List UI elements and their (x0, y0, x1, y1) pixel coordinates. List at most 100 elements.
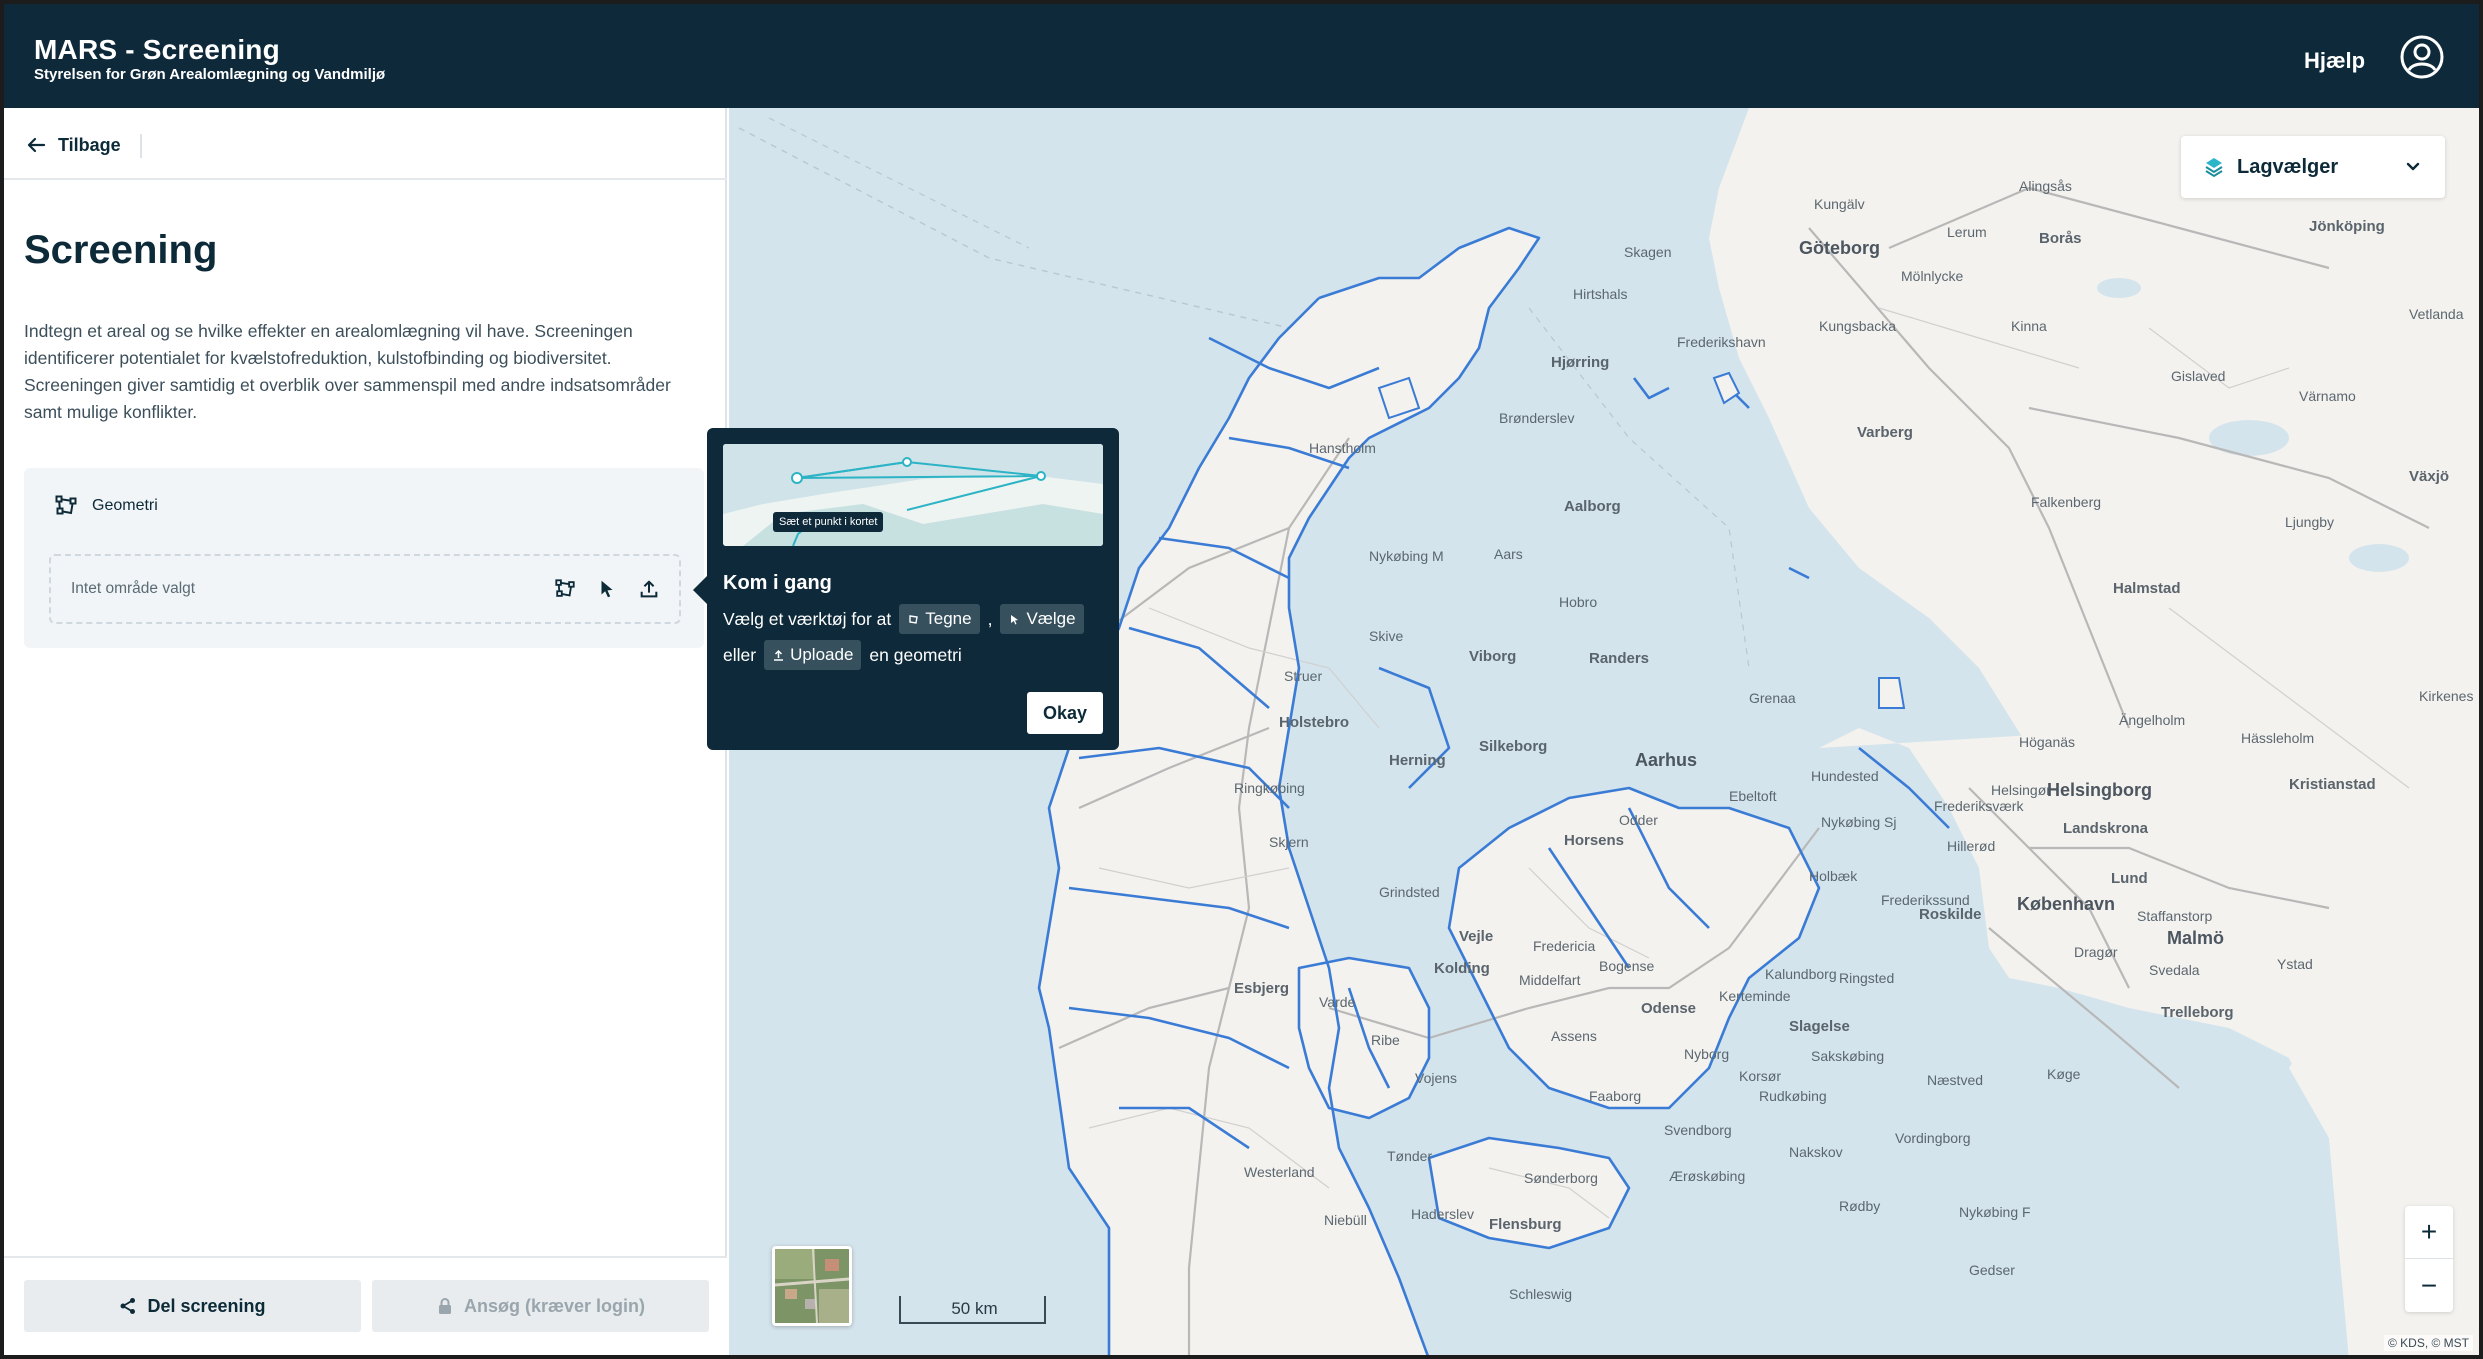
back-row: Tilbage (4, 108, 727, 180)
layer-picker-dropdown[interactable]: Lagvælger (2181, 136, 2445, 198)
map-label: Mölnlycke (1901, 268, 1964, 284)
map-label: Viborg (1469, 648, 1517, 665)
map-label: Flensburg (1489, 1216, 1562, 1233)
map-label: Helsingborg (2047, 780, 2153, 800)
map-label: Horsens (1564, 832, 1625, 849)
share-icon (120, 1298, 136, 1314)
map-label: Rødby (1839, 1198, 1881, 1214)
upload-icon (774, 649, 784, 661)
map-label: Assens (1551, 1028, 1597, 1044)
map-label: Hässleholm (2241, 730, 2315, 746)
map-label: Sakskøbing (1811, 1048, 1885, 1064)
app-title: MARS - Screening (34, 34, 280, 65)
map-label: Aars (1494, 546, 1523, 562)
scale-bar: 50 km (899, 1296, 1046, 1324)
map-label: Brønderslev (1499, 410, 1575, 426)
okay-button[interactable]: Okay (1027, 692, 1103, 734)
back-label: Tilbage (58, 134, 121, 155)
lock-icon (438, 1298, 451, 1314)
satellite-thumbnail-icon (775, 1249, 849, 1323)
zoom-controls: + − (2405, 1206, 2453, 1312)
map-label: Frederiksværk (1934, 798, 2024, 814)
popover-title: Kom i gang (723, 572, 832, 594)
apply-label: Ansøg (kræver login) (463, 1295, 646, 1316)
draw-chip[interactable]: Tegne (899, 604, 980, 634)
map-label: Falkenberg (2031, 494, 2102, 510)
geometry-title: Geometri (92, 497, 158, 514)
map-label: Schleswig (1509, 1286, 1573, 1302)
zoom-out-button[interactable]: − (2405, 1259, 2453, 1312)
map-label: Göteborg (1799, 238, 1880, 258)
draw-polygon-icon (55, 495, 77, 515)
scale-label: 50 km (951, 1299, 998, 1318)
map-label: Hillerød (1947, 838, 1996, 854)
map-label: Kerteminde (1719, 988, 1791, 1004)
popover-text: Vælg et værktøj for at (723, 608, 892, 629)
map-label: Hundested (1811, 768, 1879, 784)
basemap-switcher[interactable] (772, 1246, 852, 1326)
map-label: Nykøbing F (1959, 1204, 2031, 1220)
upload-tool-button[interactable] (637, 576, 661, 602)
map-label: Lund (2111, 870, 2148, 887)
user-circle-icon[interactable] (2399, 34, 2445, 80)
map-label: Køge (2047, 1066, 2081, 1082)
map-label: Ringsted (1839, 970, 1895, 986)
popover-line-2: eller Uploade en geometri (723, 640, 962, 670)
map-label: Ribe (1371, 1032, 1400, 1048)
map-label: Höganäs (2019, 734, 2076, 750)
map-label: Ærøskøbing (1669, 1168, 1746, 1184)
map-label: Middelfart (1519, 972, 1581, 988)
popover-text: en geometri (869, 644, 962, 665)
map-label: Struer (1284, 668, 1323, 684)
select-chip[interactable]: Vælge (1000, 604, 1084, 634)
map-label: Hanstholm (1309, 440, 1376, 456)
draw-polygon-icon (555, 579, 575, 597)
map-label: Nakskov (1789, 1144, 1843, 1160)
map-label: Trelleborg (2161, 1004, 2234, 1021)
layer-picker-label: Lagvælger (2237, 155, 2339, 178)
page-title: Screening (24, 228, 218, 272)
share-screening-button[interactable]: Del screening (24, 1280, 361, 1332)
apply-button: Ansøg (kræver login) (372, 1280, 709, 1332)
map-label: Ebeltoft (1729, 788, 1777, 804)
map-label: Næstved (1927, 1072, 1984, 1088)
sidebar: Tilbage Screening Indtegn et areal og se… (4, 108, 727, 1355)
map-label: Gislaved (2171, 368, 2226, 384)
map-label: Aalborg (1564, 498, 1621, 515)
map-label: København (2017, 894, 2116, 914)
map-label: Ringkøbing (1234, 780, 1305, 796)
back-button[interactable]: Tilbage (24, 130, 121, 160)
page-description: Indtegn et areal og se hvilke effekter e… (24, 321, 671, 422)
geometry-tools (553, 576, 661, 602)
map-label: Frederikssund (1881, 892, 1970, 908)
upload-chip-label: Uploade (790, 645, 854, 664)
divider (140, 134, 142, 158)
map-label: Odder (1619, 812, 1658, 828)
map-label: Kolding (1434, 960, 1490, 977)
draw-chip-label: Tegne (925, 609, 972, 628)
top-header: MARS - Screening Styrelsen for Grøn Area… (4, 4, 2479, 108)
map-label: Silkeborg (1479, 738, 1548, 755)
draw-tool-button[interactable] (553, 576, 577, 602)
map-label: Hobro (1559, 594, 1598, 610)
map-label: Rudkøbing (1759, 1088, 1827, 1104)
map-label: Aarhus (1635, 750, 1698, 770)
zoom-in-button[interactable]: + (2405, 1206, 2453, 1259)
map-label: Varberg (1857, 424, 1913, 441)
help-link[interactable]: Hjælp (2304, 48, 2365, 74)
map-label: Holstebro (1279, 714, 1350, 731)
upload-chip[interactable]: Uploade (764, 640, 862, 670)
map-label: Vordingborg (1895, 1130, 1971, 1146)
select-tool-button[interactable] (595, 576, 619, 602)
geometry-dropzone[interactable]: Intet område valgt (49, 554, 681, 624)
map-label: Växjö (2409, 468, 2450, 485)
map-label: Kinna (2011, 318, 2047, 334)
popover-illustration: Sæt et punkt i kortet (723, 444, 1103, 546)
map-label: Kungälv (1814, 196, 1865, 212)
geometry-header: Geometri (54, 494, 158, 518)
map-label: Skjern (1269, 834, 1309, 850)
map-label: Hirtshals (1573, 286, 1628, 302)
map-label: Skive (1369, 628, 1404, 644)
map-attribution: © KDS, © MST (2383, 1335, 2473, 1351)
map-label: Slagelse (1789, 1018, 1850, 1035)
